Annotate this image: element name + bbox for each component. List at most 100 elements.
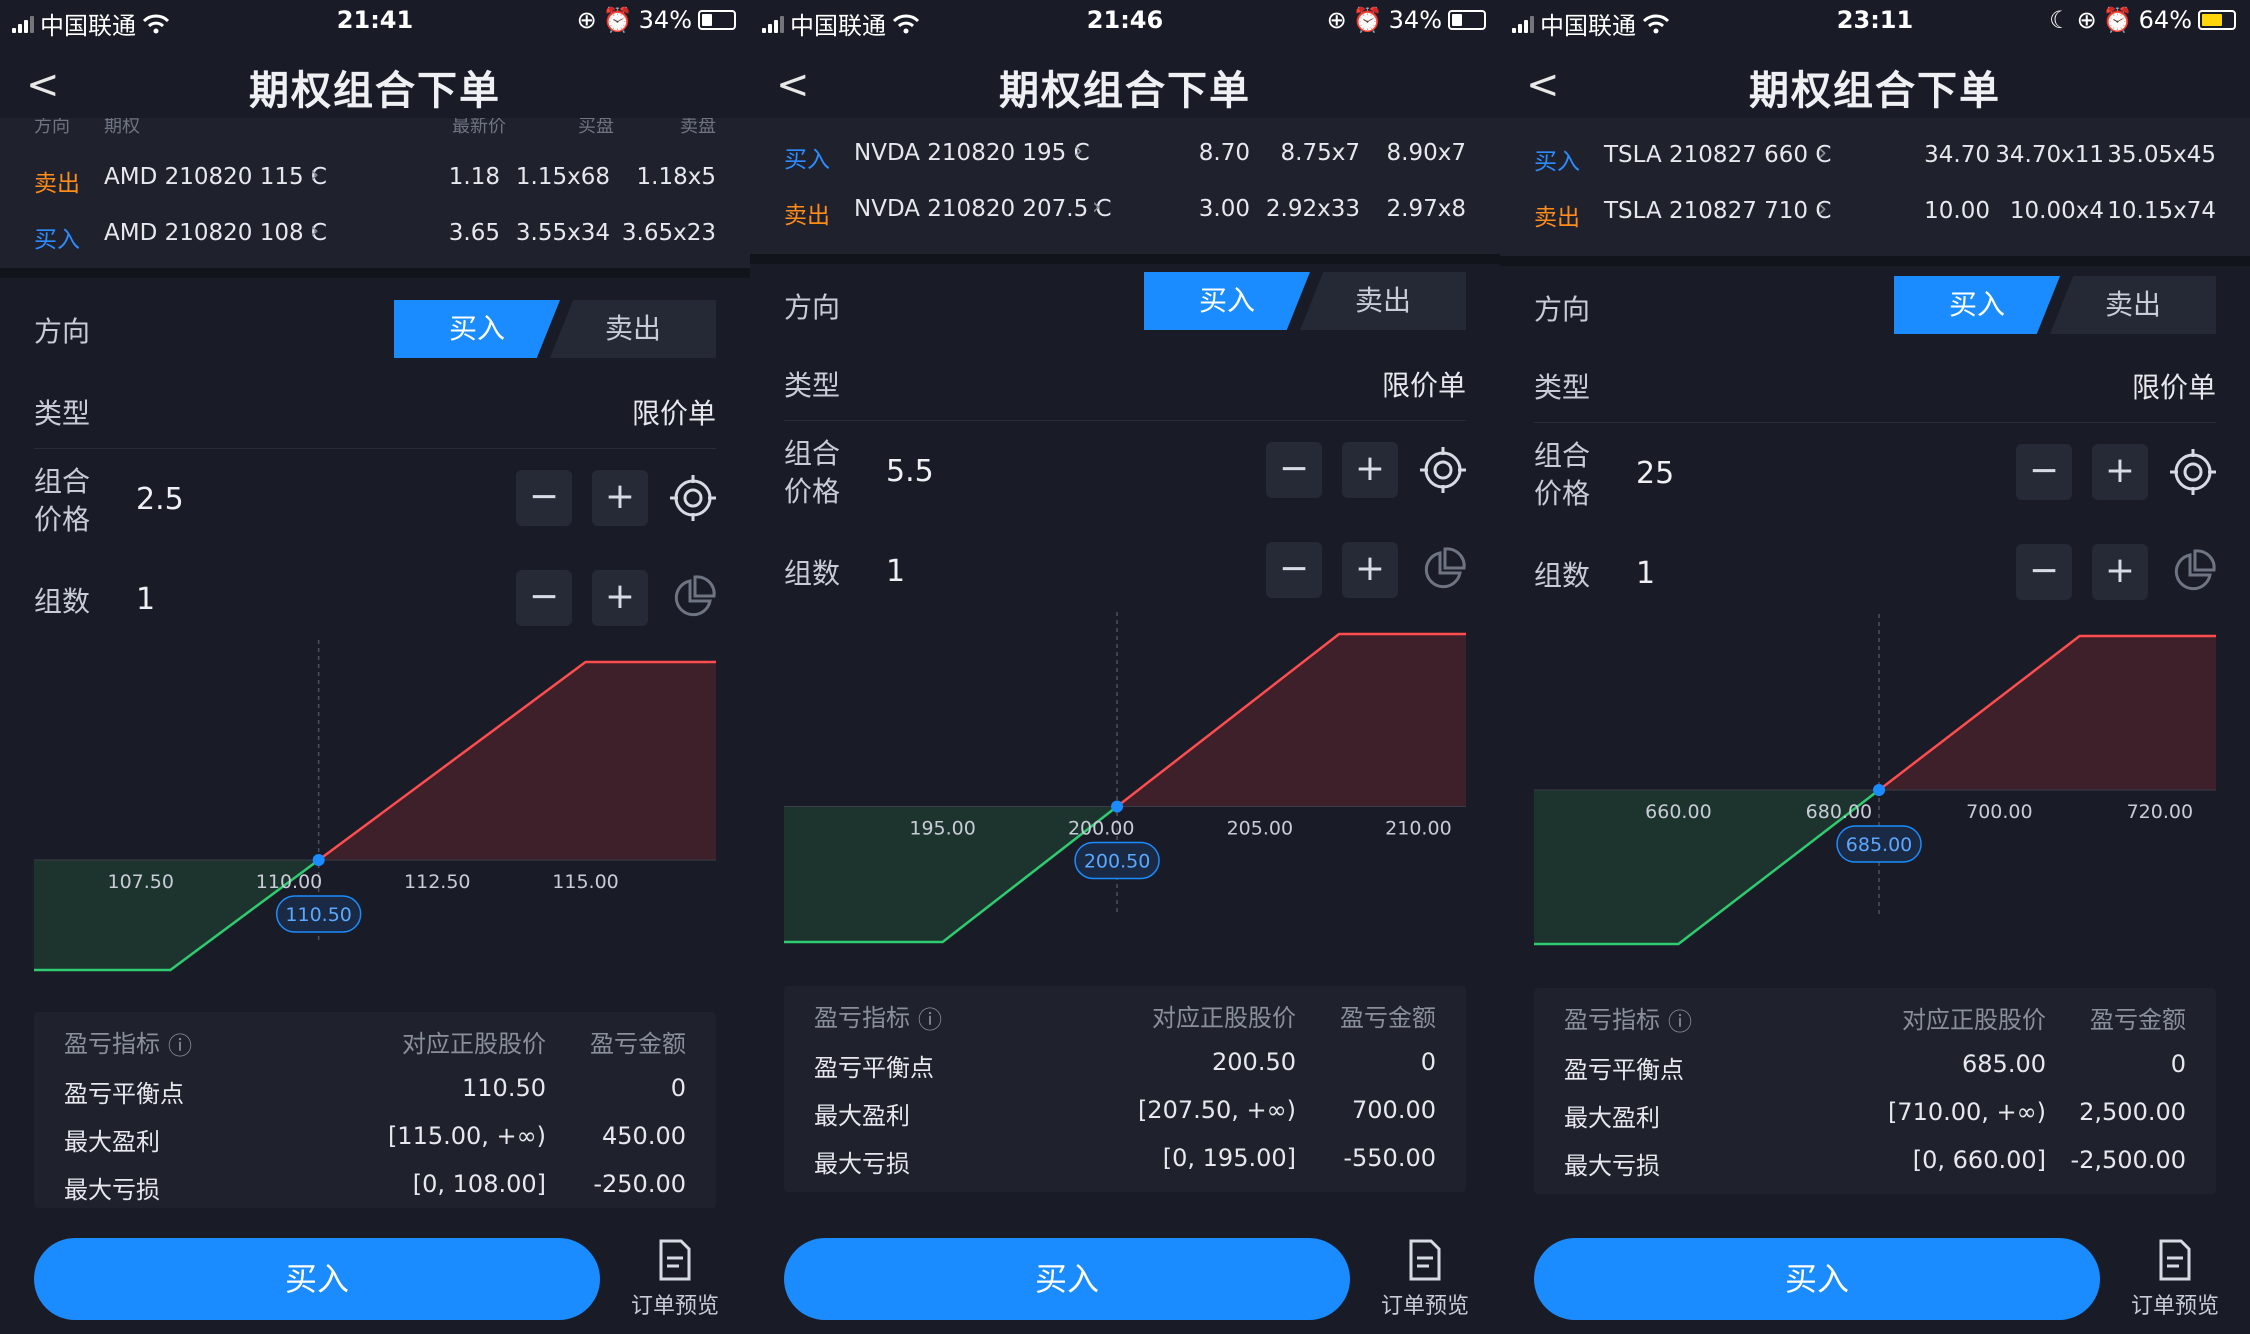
price-decrement-button[interactable]: −	[2016, 444, 2072, 500]
bottom-action-bar: 买入 订单预览	[1500, 1224, 2250, 1334]
direction-row: 方向 买入 卖出	[1500, 268, 2250, 344]
order-type-row[interactable]: 类型 限价单	[1500, 350, 2250, 420]
quantity-increment-button[interactable]: +	[1342, 542, 1398, 598]
direction-label: 方向	[34, 315, 91, 348]
order-type-value[interactable]: 限价单	[632, 392, 716, 432]
target-price-icon[interactable]	[1418, 445, 1468, 495]
pnl-row-price: [0, 660.00]	[1912, 1146, 2046, 1174]
combo-price-row: 组合 价格 25 − +	[1500, 424, 2250, 524]
alarm-icon: ⏰	[1352, 6, 1383, 34]
quantity-decrement-button[interactable]: −	[516, 570, 572, 626]
phone-screen-tsla: 中国联通 23:11 ☾ ⊕ ⏰ 64% < 期权组合下单 买入 TSLA 21…	[1500, 0, 2250, 1334]
pie-chart-icon[interactable]	[2168, 547, 2218, 597]
price-increment-button[interactable]: +	[2092, 444, 2148, 500]
pnl-header-indicator: 盈亏指标	[64, 1030, 160, 1058]
leg-row[interactable]: 卖出 NVDA 210820 207.5 C › 3.00 2.92x33 2.…	[750, 186, 1500, 236]
pnl-row-label: 盈亏平衡点	[1564, 1056, 1684, 1084]
combo-price-input[interactable]: 2.5	[136, 482, 184, 517]
buy-toggle-button[interactable]: 买入	[394, 300, 560, 358]
leg-row[interactable]: 买入 NVDA 210820 195 C › 8.70 8.75x7 8.90x…	[750, 130, 1500, 180]
pnl-row-price: [207.50, +∞)	[1137, 1096, 1296, 1124]
profit-area	[318, 662, 716, 860]
leg-option-name: TSLA 210827 710 C	[1604, 198, 1832, 224]
combo-price-input[interactable]: 5.5	[886, 454, 934, 489]
pnl-row-price: [0, 195.00]	[1162, 1144, 1296, 1172]
quantity-row: 组数 1 − +	[0, 560, 750, 636]
document-icon	[659, 1239, 691, 1281]
leg-option-name: NVDA 210820 195 C	[854, 140, 1090, 166]
leg-bid: 3.55x34	[515, 220, 610, 246]
sell-toggle-button[interactable]: 卖出	[1300, 272, 1466, 330]
leg-ask: 3.65x23	[621, 220, 716, 246]
x-tick-label: 210.00	[1385, 817, 1451, 839]
quantity-input[interactable]: 1	[886, 554, 905, 589]
price-increment-button[interactable]: +	[1342, 442, 1398, 498]
x-tick-label: 720.00	[2127, 801, 2193, 823]
leg-row[interactable]: 卖出 TSLA 210827 710 C › 10.00 10.00x4 10.…	[1500, 188, 2250, 238]
quantity-increment-button[interactable]: +	[2092, 544, 2148, 600]
submit-buy-button[interactable]: 买入	[784, 1238, 1350, 1320]
leg-option-name: AMD 210820 108 C	[104, 220, 327, 246]
leg-bid: 10.00x4	[2009, 198, 2104, 224]
chevron-right-icon: ›	[1818, 140, 1828, 166]
x-tick-label: 115.00	[552, 871, 618, 893]
pnl-header-amount: 盈亏金额	[590, 1030, 686, 1058]
x-tick-label: 660.00	[1645, 801, 1711, 823]
order-type-row[interactable]: 类型 限价单	[750, 348, 1500, 418]
quantity-input[interactable]: 1	[1636, 556, 1655, 591]
leg-row[interactable]: 买入 AMD 210820 108 C › 3.65 3.55x34 3.65x…	[0, 210, 750, 260]
pnl-row-amount: -2,500.00	[2070, 1146, 2186, 1174]
info-icon[interactable]: ⓘ	[1668, 1002, 1692, 1037]
leg-ask: 1.18x5	[636, 164, 716, 190]
quantity-decrement-button[interactable]: −	[1266, 542, 1322, 598]
order-type-value[interactable]: 限价单	[1382, 364, 1466, 404]
info-icon[interactable]: ⓘ	[918, 1000, 942, 1035]
pie-chart-icon[interactable]	[1418, 545, 1468, 595]
buy-toggle-button[interactable]: 买入	[1894, 276, 2060, 334]
target-price-icon[interactable]	[2168, 447, 2218, 497]
order-preview-button[interactable]: 订单预览	[1380, 1238, 1470, 1320]
breakeven-label: 110.50	[285, 904, 351, 926]
quantity-input[interactable]: 1	[136, 582, 155, 617]
submit-buy-button[interactable]: 买入	[34, 1238, 600, 1320]
pnl-metrics-table: 盈亏指标 ⓘ 对应正股股价 盈亏金额 盈亏平衡点 110.50 0 最大盈利 […	[34, 1012, 716, 1208]
nav-bar: < 期权组合下单	[750, 44, 1500, 116]
combo-price-label-line2: 价格	[1534, 477, 1591, 510]
profit-area	[1117, 634, 1466, 807]
leg-side: 卖出	[784, 203, 830, 229]
pie-chart-icon[interactable]	[668, 573, 718, 623]
buy-toggle-button[interactable]: 买入	[1144, 272, 1310, 330]
x-tick-label: 200.00	[1068, 817, 1134, 839]
alarm-icon: ⏰	[2102, 6, 2133, 34]
order-type-row[interactable]: 类型 限价单	[0, 376, 750, 446]
price-decrement-button[interactable]: −	[516, 470, 572, 526]
target-price-icon[interactable]	[668, 473, 718, 523]
price-increment-button[interactable]: +	[592, 470, 648, 526]
battery-percent: 64%	[2138, 6, 2192, 34]
battery-percent: 34%	[1388, 6, 1442, 34]
price-decrement-button[interactable]: −	[1266, 442, 1322, 498]
battery-icon	[698, 10, 736, 30]
battery-icon	[2198, 10, 2236, 30]
quantity-increment-button[interactable]: +	[592, 570, 648, 626]
info-icon[interactable]: ⓘ	[168, 1026, 192, 1061]
sell-toggle-button[interactable]: 卖出	[2050, 276, 2216, 334]
direction-row: 方向 买入 卖出	[0, 290, 750, 366]
order-preview-button[interactable]: 订单预览	[630, 1238, 720, 1320]
order-preview-button[interactable]: 订单预览	[2130, 1238, 2220, 1320]
phone-screen-nvda: 中国联通 21:46 ⊕ ⏰ 34% < 期权组合下单 买入 NVDA 2108…	[750, 0, 1500, 1334]
leg-row[interactable]: 卖出 AMD 210820 115 C › 1.18 1.15x68 1.18x…	[0, 154, 750, 204]
leg-row[interactable]: 买入 TSLA 210827 660 C › 34.70 34.70x11 35…	[1500, 132, 2250, 182]
leg-ask: 35.05x45	[2107, 142, 2216, 168]
sell-toggle-button[interactable]: 卖出	[550, 300, 716, 358]
order-type-value[interactable]: 限价单	[2132, 366, 2216, 406]
quantity-row: 组数 1 − +	[1500, 534, 2250, 610]
divider	[1534, 422, 2216, 423]
submit-buy-button[interactable]: 买入	[1534, 1238, 2100, 1320]
x-tick-label: 195.00	[909, 817, 975, 839]
page-title: 期权组合下单	[1749, 68, 2001, 114]
rotation-lock-icon: ⊕	[576, 6, 597, 34]
quantity-decrement-button[interactable]: −	[2016, 544, 2072, 600]
leg-last-price: 1.18	[448, 164, 500, 190]
combo-price-input[interactable]: 25	[1636, 456, 1674, 491]
